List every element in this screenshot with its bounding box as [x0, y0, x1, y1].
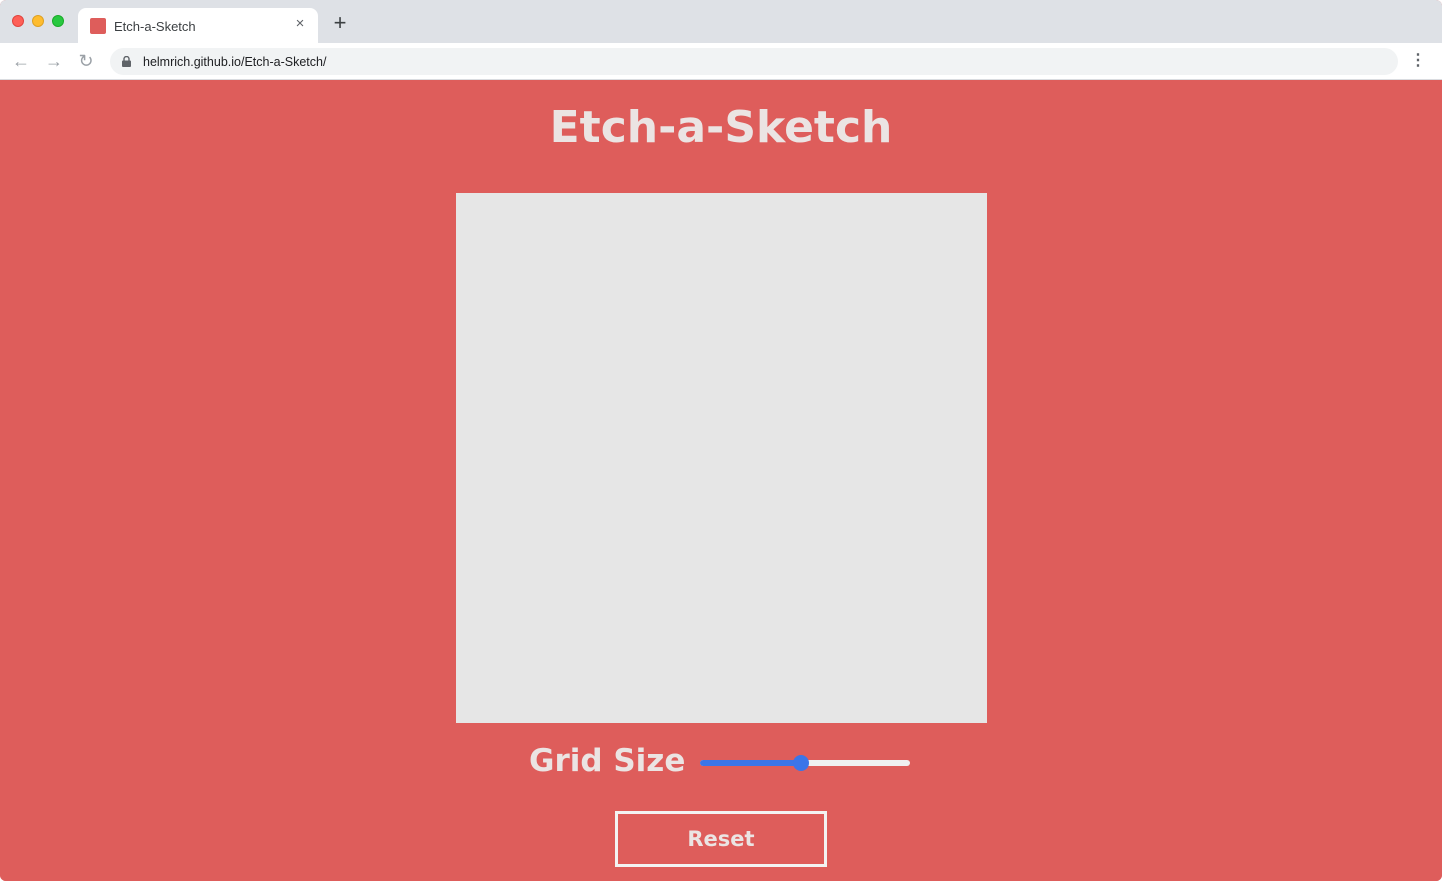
tab-etch-a-sketch[interactable]: Etch-a-Sketch ×	[78, 8, 318, 43]
back-arrow-icon[interactable]: ←	[11, 51, 31, 71]
page-title: Etch-a-Sketch	[549, 102, 893, 153]
reload-icon[interactable]: ↻	[76, 51, 96, 71]
slider-thumb[interactable]	[793, 755, 809, 771]
address-bar[interactable]: helmrich.github.io/Etch-a-Sketch/	[110, 48, 1398, 75]
browser-toolbar: ← → ↻ helmrich.github.io/Etch-a-Sketch/ …	[0, 43, 1442, 80]
close-icon[interactable]: ×	[292, 16, 308, 32]
sketch-pad[interactable]	[456, 193, 987, 723]
reset-button[interactable]: Reset	[615, 811, 827, 867]
slider-fill	[700, 760, 801, 766]
page-content: Etch-a-Sketch Grid Size Reset	[0, 80, 1442, 881]
window-maximize-button[interactable]	[52, 15, 64, 27]
kebab-menu-icon[interactable]: ⋮	[1410, 51, 1426, 71]
favicon-icon	[90, 18, 106, 34]
forward-arrow-icon[interactable]: →	[44, 51, 64, 71]
browser-window: Etch-a-Sketch × + ← → ↻ helmrich.github.…	[0, 0, 1442, 881]
tab-title: Etch-a-Sketch	[114, 19, 196, 34]
grid-size-label: Grid Size	[529, 743, 686, 779]
lock-icon	[122, 56, 131, 67]
new-tab-icon[interactable]: +	[330, 12, 350, 34]
grid-size-slider[interactable]	[700, 754, 910, 772]
window-close-button[interactable]	[12, 15, 24, 27]
window-minimize-button[interactable]	[32, 15, 44, 27]
tab-strip: Etch-a-Sketch × +	[0, 0, 1442, 43]
url-text: helmrich.github.io/Etch-a-Sketch/	[143, 55, 327, 69]
